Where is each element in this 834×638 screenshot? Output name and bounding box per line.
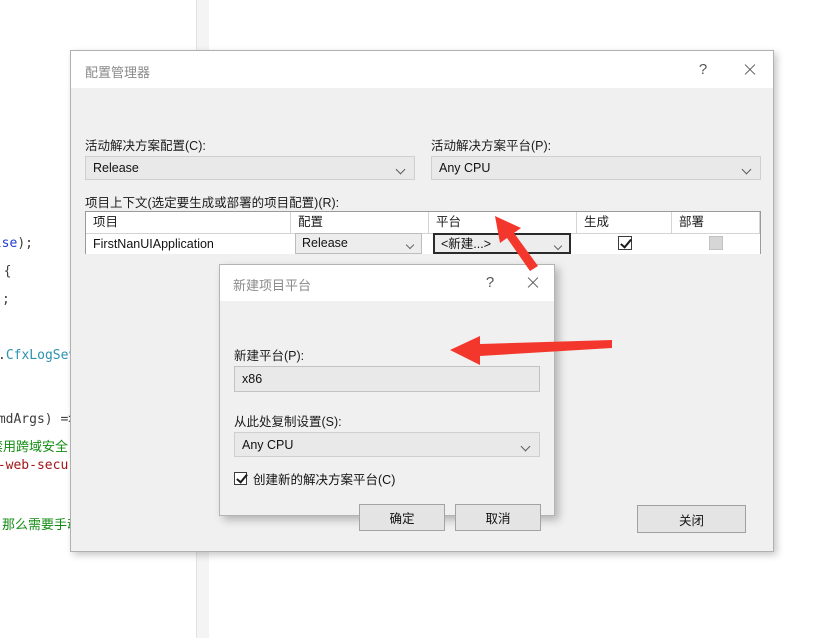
row-configuration-value: Release — [302, 236, 348, 250]
code-line: CmdArgs) => — [0, 412, 76, 428]
copy-settings-label: 从此处复制设置(S): — [234, 415, 342, 429]
code-token: alse — [0, 236, 18, 251]
outer-dialog-title: 配置管理器 — [85, 65, 151, 80]
new-platform-label: 新建平台(P): — [234, 349, 305, 363]
table-row[interactable]: FirstNanUIApplication Release <新建...> — [86, 233, 760, 254]
build-checkbox[interactable] — [617, 236, 632, 250]
row-configuration-combo[interactable]: Release — [295, 233, 422, 254]
grid-header-row: 项目 配置 平台 生成 部署 — [86, 212, 760, 234]
close-window-button[interactable] — [727, 51, 771, 88]
row-platform-value: <新建...> — [441, 237, 492, 251]
active-config-label: 活动解决方案配置(C): — [85, 139, 206, 153]
code-token: 那么需要手动 — [2, 518, 81, 533]
code-token: ; — [2, 292, 10, 307]
screen: alse);> {;.CfxLogSeveCmdArgs) =>禁用跨域安全e-… — [0, 0, 834, 638]
question-mark-icon: ? — [485, 274, 495, 291]
code-line: > { — [0, 264, 12, 280]
code-token: e-web-secur — [0, 458, 77, 473]
help-button[interactable]: ? — [470, 265, 510, 300]
code-line: e-web-secur — [0, 458, 76, 474]
chevron-down-icon — [397, 166, 406, 171]
close-button[interactable]: 关闭 — [637, 505, 746, 533]
code-token: 禁用跨域安全 — [0, 440, 69, 455]
close-icon — [526, 276, 539, 289]
column-header-project[interactable]: 项目 — [86, 212, 291, 233]
code-line: alse); — [0, 236, 33, 252]
deploy-checkbox — [709, 236, 723, 250]
column-header-platform[interactable]: 平台 — [429, 212, 577, 233]
chevron-down-icon — [407, 242, 414, 246]
cell-deploy — [672, 234, 760, 254]
code-line: ; — [2, 292, 10, 308]
active-platform-value: Any CPU — [439, 161, 491, 175]
chevron-down-icon — [522, 443, 531, 448]
project-context-grid: 项目 配置 平台 生成 部署 FirstNanUIApplication Rel… — [85, 211, 761, 254]
inner-dialog-body: 新建平台(P): x86 从此处复制设置(S): Any CPU 创建新的解决方… — [220, 301, 554, 531]
active-solution-configuration-combo[interactable]: Release — [85, 156, 415, 180]
column-header-deploy[interactable]: 部署 — [672, 212, 760, 233]
cell-configuration: Release — [291, 233, 429, 254]
cancel-button[interactable]: 取消 — [455, 504, 541, 531]
code-token: > { — [3, 264, 12, 279]
chevron-down-icon — [555, 243, 562, 247]
create-solution-platform-checkbox[interactable] — [234, 472, 247, 485]
create-solution-platform-checkbox-row[interactable]: 创建新的解决方案平台(C) — [234, 469, 395, 488]
chevron-down-icon — [743, 166, 752, 171]
ok-button[interactable]: 确定 — [359, 504, 445, 531]
help-button[interactable]: ? — [681, 51, 725, 88]
cell-platform: <新建...> — [429, 233, 577, 254]
close-icon — [743, 63, 756, 76]
copy-settings-combo[interactable]: Any CPU — [234, 432, 540, 457]
code-line: 那么需要手动 — [2, 518, 80, 534]
code-token: CmdArgs) => — [0, 412, 77, 427]
column-header-configuration[interactable]: 配置 — [291, 212, 429, 233]
new-project-platform-dialog: 新建项目平台 ? 新建平台(P): x86 从此处复制设置(S): Any CP… — [219, 264, 555, 531]
active-platform-label: 活动解决方案平台(P): — [431, 139, 552, 153]
outer-dialog-titlebar: 配置管理器 ? — [71, 51, 773, 89]
code-token: ); — [17, 236, 33, 251]
new-platform-value: x86 — [242, 372, 263, 386]
project-context-label: 项目上下文(选定要生成或部署的项目配置)(R): — [85, 196, 340, 210]
create-solution-platform-label: 创建新的解决方案平台(C) — [253, 473, 396, 487]
code-line: 禁用跨域安全 — [0, 440, 68, 456]
close-window-button[interactable] — [512, 265, 552, 300]
cell-build — [577, 234, 672, 254]
inner-dialog-titlebar: 新建项目平台 ? — [220, 265, 554, 301]
copy-settings-value: Any CPU — [242, 437, 294, 452]
row-platform-combo[interactable]: <新建...> — [433, 233, 571, 254]
active-config-value: Release — [93, 161, 139, 175]
question-mark-icon: ? — [698, 61, 708, 78]
inner-dialog-title: 新建项目平台 — [233, 278, 312, 293]
active-solution-platform-combo[interactable]: Any CPU — [431, 156, 761, 180]
column-header-build[interactable]: 生成 — [577, 212, 672, 233]
new-platform-input[interactable]: x86 — [234, 366, 540, 392]
cell-project-name: FirstNanUIApplication — [93, 237, 214, 251]
